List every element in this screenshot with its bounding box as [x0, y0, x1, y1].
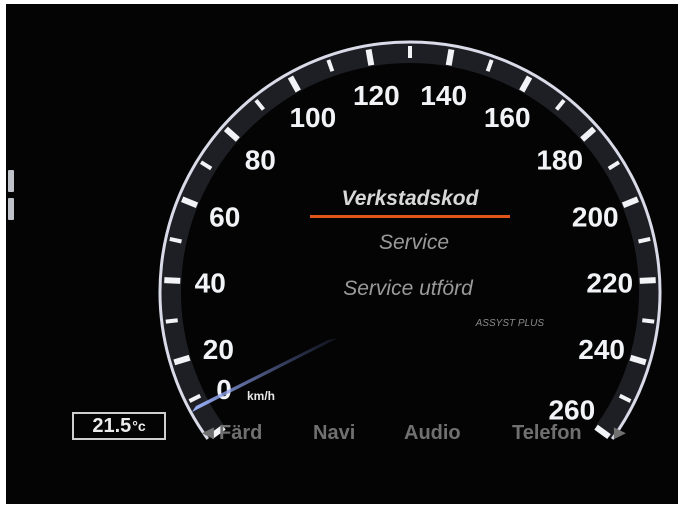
assyst-plus-label: ASSYST PLUS: [475, 318, 545, 329]
speed-tick: [642, 318, 655, 324]
speed-label: 20: [203, 334, 234, 365]
temperature-unit: °c: [132, 418, 146, 434]
speed-label: 240: [578, 334, 625, 365]
instrument-cluster-display: 20 40 60 80 100 120 140 160 180 200 220 240 260 0 km…: [6, 4, 678, 504]
speed-label: 120: [353, 80, 400, 111]
speed-tick: [164, 277, 181, 284]
menu-item-telefon[interactable]: Telefon: [512, 422, 582, 444]
speed-label: 60: [209, 202, 240, 233]
menu-item-navi[interactable]: Navi: [313, 422, 355, 444]
speed-label: 260: [548, 395, 595, 426]
menu-right-arrow-icon[interactable]: ►: [610, 422, 630, 444]
message-line-service-done: Service utförd: [343, 277, 474, 300]
speed-tick: [169, 236, 182, 244]
speed-unit: km/h: [247, 389, 275, 403]
message-title-underline: [310, 215, 510, 218]
speed-label: 220: [586, 267, 633, 298]
menu-item-fard[interactable]: Färd: [219, 422, 262, 444]
speed-tick: [639, 277, 656, 284]
speed-label: 140: [420, 80, 467, 111]
speed-label: 200: [572, 202, 619, 233]
speed-label: 40: [195, 267, 226, 298]
speed-tick: [165, 318, 178, 324]
message-title: Verkstadskod: [342, 187, 480, 210]
speed-tick: [365, 49, 375, 66]
speed-tick: [638, 236, 651, 244]
temperature-value: 21.5: [92, 414, 132, 437]
outside-temperature: 21.5 °c: [72, 412, 166, 440]
speed-label: 180: [536, 144, 583, 175]
speed-label: 80: [245, 144, 276, 175]
speed-tick: [445, 49, 455, 66]
message-line-service: Service: [379, 231, 449, 254]
menu-left-arrow-icon[interactable]: ◄: [198, 422, 218, 444]
speed-label: 100: [289, 102, 336, 133]
speed-label: 160: [484, 102, 531, 133]
menu-item-audio[interactable]: Audio: [404, 422, 461, 444]
